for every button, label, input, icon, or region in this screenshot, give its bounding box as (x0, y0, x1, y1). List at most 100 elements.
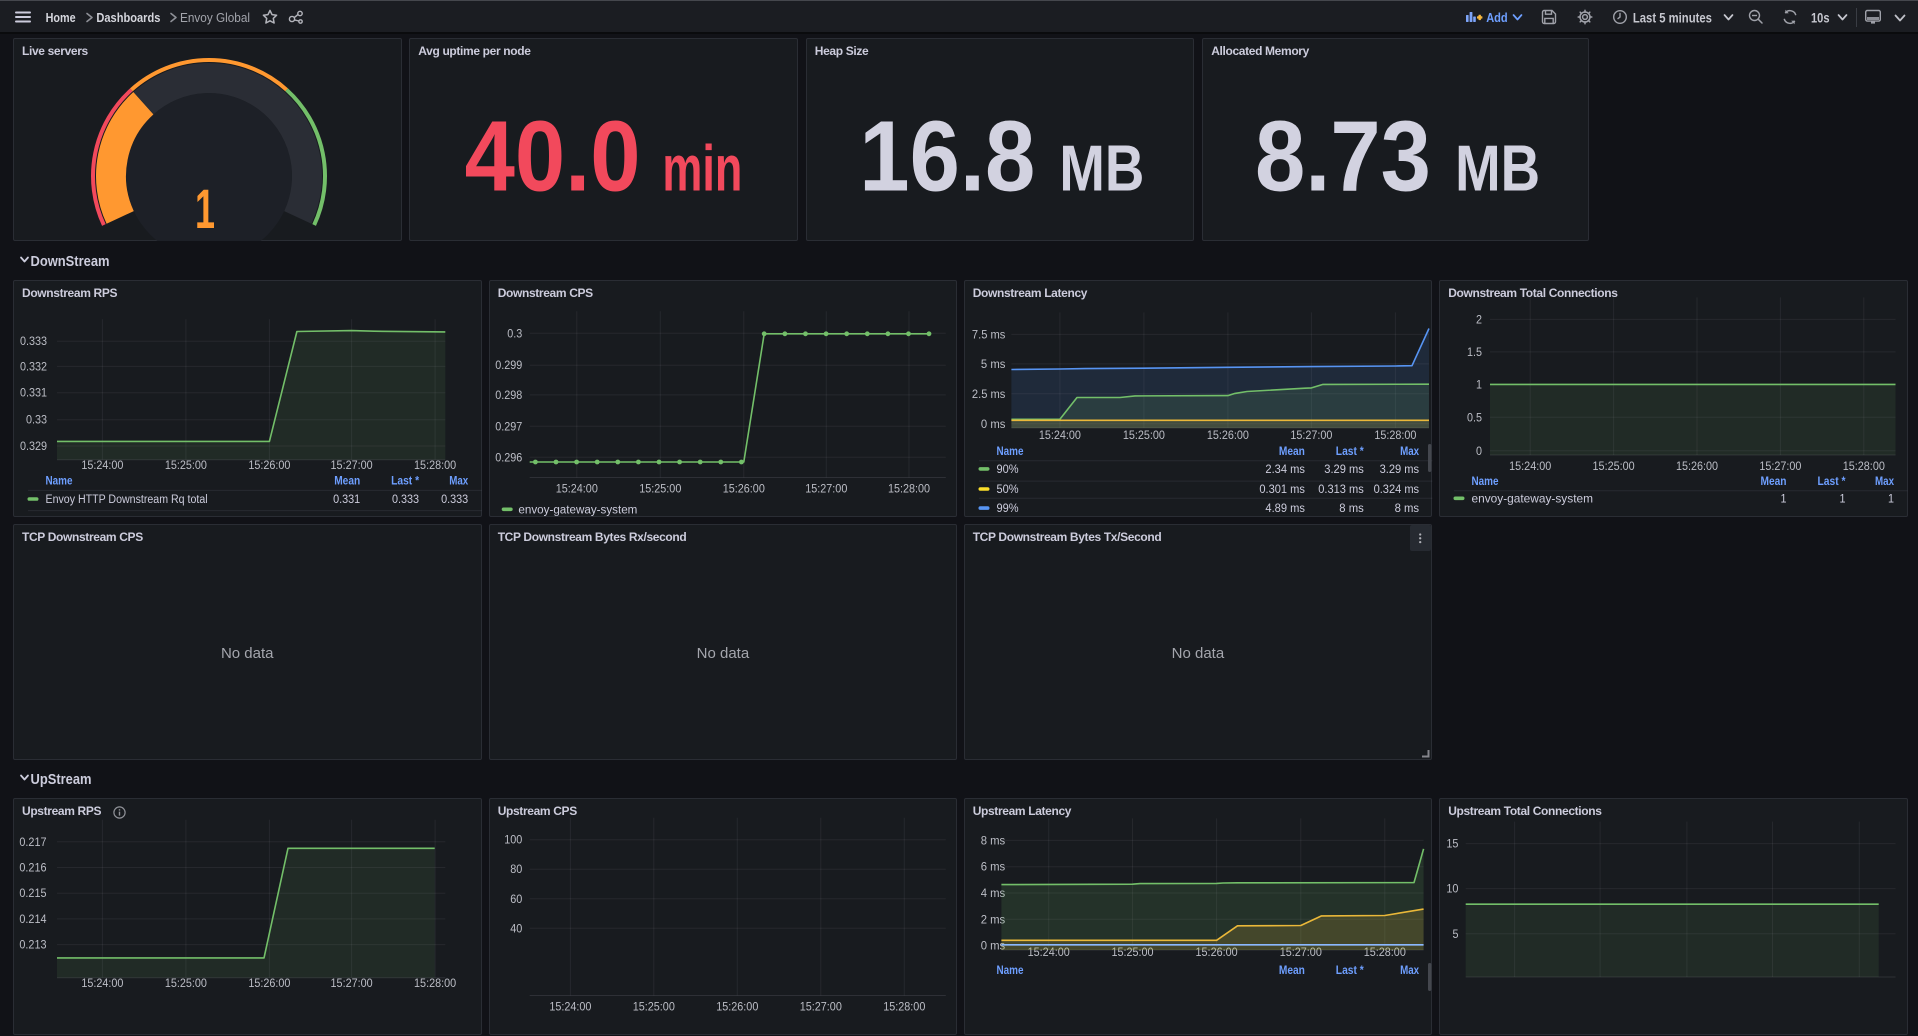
svg-text:Mean: Mean (1279, 444, 1305, 458)
svg-text:15:27:00: 15:27:00 (1290, 428, 1332, 442)
svg-text:15:26:00: 15:26:00 (722, 481, 764, 495)
svg-text:3.29 ms: 3.29 ms (1324, 462, 1363, 476)
svg-text:5 ms: 5 ms (981, 357, 1005, 371)
svg-text:0.215: 0.215 (19, 886, 46, 900)
svg-text:1: 1 (1781, 491, 1787, 505)
svg-text:16.8: 16.8 (859, 100, 1035, 212)
svg-text:min: min (663, 131, 743, 204)
svg-text:15:25:00: 15:25:00 (165, 976, 207, 990)
svg-text:0.313 ms: 0.313 ms (1318, 482, 1364, 496)
svg-text:8 ms: 8 ms (1394, 501, 1418, 515)
svg-text:Mean: Mean (334, 473, 360, 487)
svg-text:7.5 ms: 7.5 ms (972, 327, 1006, 341)
svg-text:Max: Max (1875, 474, 1894, 488)
svg-text:DownStream: DownStream (31, 253, 110, 270)
svg-text:0.217: 0.217 (19, 835, 46, 849)
svg-text:15: 15 (1447, 836, 1459, 850)
svg-text:15:25:00: 15:25:00 (639, 481, 681, 495)
svg-text:8 ms: 8 ms (980, 833, 1004, 847)
svg-text:15:27:00: 15:27:00 (331, 458, 373, 472)
svg-text:15:28:00: 15:28:00 (414, 458, 456, 472)
svg-text:Last *: Last * (1818, 474, 1846, 488)
svg-text:1: 1 (1840, 491, 1846, 505)
svg-text:0.329: 0.329 (20, 439, 47, 453)
svg-text:Last *: Last * (391, 473, 419, 487)
svg-text:40.0: 40.0 (465, 100, 641, 212)
svg-text:40: 40 (510, 921, 522, 935)
svg-text:15:26:00: 15:26:00 (1207, 428, 1249, 442)
svg-text:15:28:00: 15:28:00 (414, 976, 456, 990)
svg-text:15:26:00: 15:26:00 (248, 976, 290, 990)
svg-text:15:28:00: 15:28:00 (883, 999, 925, 1013)
svg-text:90%: 90% (996, 462, 1018, 476)
svg-text:Max: Max (1400, 444, 1419, 458)
svg-text:0 ms: 0 ms (981, 417, 1005, 431)
svg-text:MB: MB (1455, 131, 1540, 204)
svg-text:8.73: 8.73 (1255, 100, 1431, 212)
svg-text:0.5: 0.5 (1467, 410, 1482, 424)
svg-text:0.33: 0.33 (26, 413, 47, 427)
svg-text:5: 5 (1453, 927, 1459, 941)
svg-text:15:24:00: 15:24:00 (555, 481, 597, 495)
svg-text:Envoy HTTP Downstream Rq total: Envoy HTTP Downstream Rq total (45, 492, 207, 506)
svg-text:Max: Max (449, 473, 468, 487)
svg-text:15:27:00: 15:27:00 (1760, 459, 1802, 473)
svg-text:envoy-gateway-system: envoy-gateway-system (1472, 491, 1594, 505)
svg-text:Last *: Last * (1335, 444, 1363, 458)
svg-text:0: 0 (1476, 444, 1482, 458)
svg-text:0.3: 0.3 (507, 326, 522, 340)
svg-text:15:24:00: 15:24:00 (1039, 428, 1081, 442)
svg-text:0.301 ms: 0.301 ms (1259, 482, 1305, 496)
svg-text:Name: Name (45, 473, 72, 487)
svg-text:15:25:00: 15:25:00 (165, 458, 207, 472)
svg-text:15:27:00: 15:27:00 (331, 976, 373, 990)
svg-text:99%: 99% (996, 501, 1018, 515)
svg-text:1: 1 (195, 177, 215, 240)
svg-text:8 ms: 8 ms (1339, 501, 1363, 515)
svg-text:MB: MB (1059, 131, 1144, 204)
svg-text:15:28:00: 15:28:00 (888, 481, 930, 495)
svg-text:3.29 ms: 3.29 ms (1379, 462, 1418, 476)
svg-text:80: 80 (510, 862, 522, 876)
svg-text:2: 2 (1476, 312, 1482, 326)
svg-text:Name: Name (996, 444, 1023, 458)
svg-text:15:28:00: 15:28:00 (1843, 459, 1885, 473)
svg-text:1: 1 (1888, 491, 1894, 505)
svg-text:0.333: 0.333 (392, 492, 419, 506)
svg-text:1: 1 (1476, 377, 1482, 391)
svg-text:0.296: 0.296 (495, 450, 522, 464)
svg-text:15:24:00: 15:24:00 (81, 976, 123, 990)
svg-text:15:27:00: 15:27:00 (805, 481, 847, 495)
svg-text:2.5 ms: 2.5 ms (972, 387, 1006, 401)
svg-text:0.297: 0.297 (495, 419, 522, 433)
svg-text:15:24:00: 15:24:00 (1509, 459, 1551, 473)
svg-text:15:25:00: 15:25:00 (1593, 459, 1635, 473)
svg-text:15:24:00: 15:24:00 (549, 999, 591, 1013)
svg-text:UpStream: UpStream (31, 771, 92, 788)
svg-text:0.298: 0.298 (495, 388, 522, 402)
svg-text:2.34 ms: 2.34 ms (1265, 462, 1304, 476)
svg-text:0.214: 0.214 (19, 912, 46, 926)
svg-text:0.324 ms: 0.324 ms (1373, 482, 1419, 496)
svg-text:0.299: 0.299 (495, 358, 522, 372)
svg-text:10s: 10s (1811, 9, 1830, 25)
svg-text:15:26:00: 15:26:00 (716, 999, 758, 1013)
svg-text:60: 60 (510, 892, 522, 906)
svg-text:Mean: Mean (1761, 474, 1787, 488)
svg-text:15:27:00: 15:27:00 (799, 999, 841, 1013)
svg-text:envoy-gateway-system: envoy-gateway-system (518, 502, 637, 516)
svg-text:4.89 ms: 4.89 ms (1265, 501, 1304, 515)
svg-text:1.5: 1.5 (1467, 345, 1482, 359)
svg-text:10: 10 (1447, 881, 1459, 895)
svg-text:50%: 50% (996, 482, 1018, 496)
svg-text:100: 100 (504, 833, 522, 847)
svg-text:0.331: 0.331 (20, 386, 47, 400)
svg-text:0.332: 0.332 (20, 359, 47, 373)
svg-text:15:25:00: 15:25:00 (1123, 428, 1165, 442)
svg-text:0.213: 0.213 (19, 937, 46, 951)
svg-text:0.333: 0.333 (441, 492, 468, 506)
svg-text:Name: Name (1472, 474, 1499, 488)
svg-text:15:26:00: 15:26:00 (248, 458, 290, 472)
svg-text:6 ms: 6 ms (980, 860, 1004, 874)
svg-text:0.216: 0.216 (19, 860, 46, 874)
